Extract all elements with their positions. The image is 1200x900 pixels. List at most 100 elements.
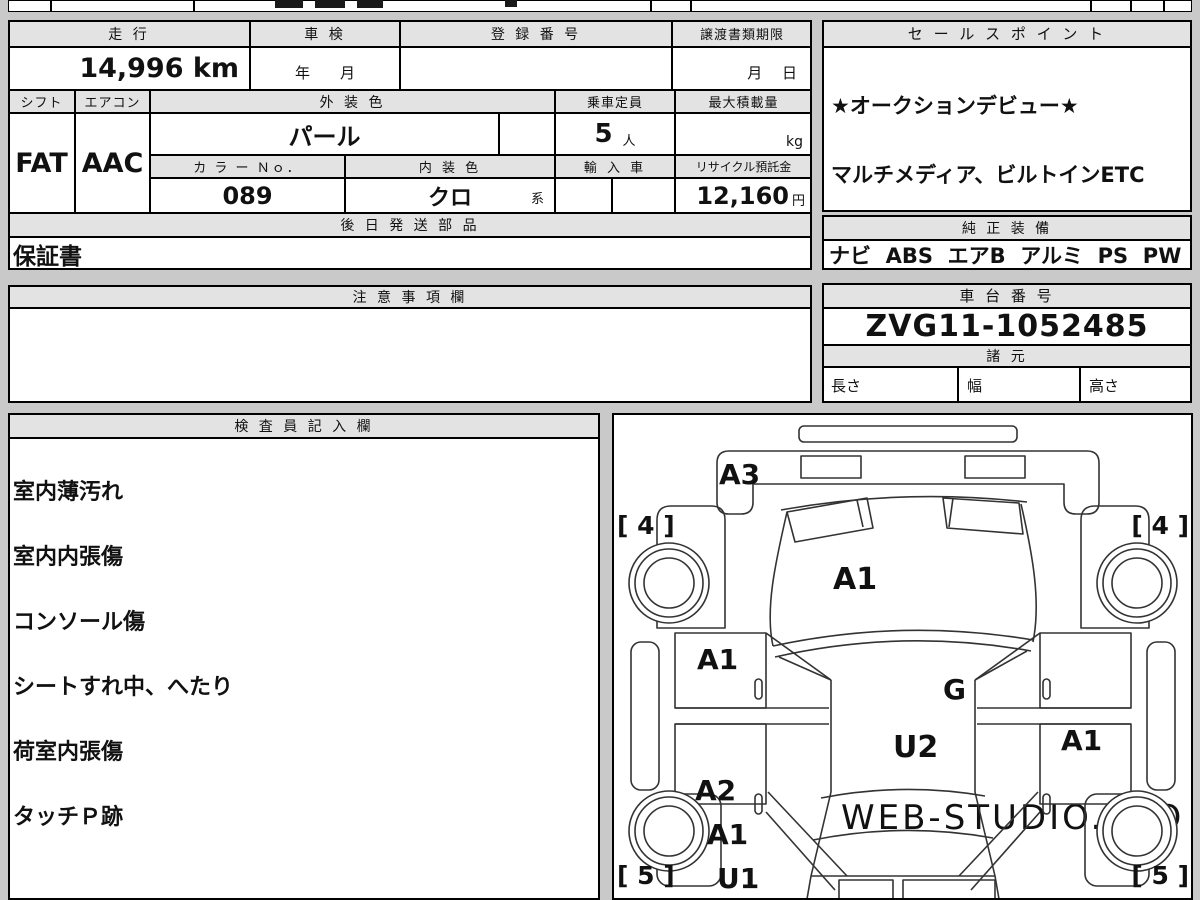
equipment-header: 純 正 装 備	[822, 215, 1192, 240]
dimension-length: 長さ	[822, 367, 958, 403]
damage-label-g: G	[943, 673, 966, 706]
later-parts-value: 保証書	[8, 237, 812, 270]
front-bumper	[716, 450, 1100, 515]
damage-label-hood-a1: A1	[833, 562, 877, 597]
damage-label-u1: U1	[717, 862, 759, 895]
cropped-top-row	[8, 0, 1192, 12]
hood-side-right	[1020, 503, 1037, 643]
aircon-header: エアコン	[75, 90, 150, 113]
cropped-text-fragment	[505, 0, 517, 7]
sales-point-line: ★オークションデビュー★	[831, 94, 1079, 118]
cropped-text-fragment	[357, 0, 383, 8]
capacity-number: 5	[594, 119, 613, 149]
transfer-deadline-value: 月 日	[672, 47, 812, 90]
front-bumper-strip	[798, 425, 1018, 443]
shift-header: シフト	[8, 90, 75, 113]
transfer-deadline-header: 譲渡書類期限	[672, 20, 812, 47]
registration-header: 登 録 番 号	[400, 20, 672, 47]
inspector-line: 室内薄汚れ	[13, 480, 124, 505]
interior-color-text: クロ	[427, 185, 472, 211]
inspector-body: 室内薄汚れ 室内内張傷 コンソール傷 シートすれ中、へたり 荷室内張傷 タッチＰ…	[8, 438, 600, 900]
side-sill-right	[1146, 641, 1176, 791]
interior-color-value: クロ 系	[345, 178, 555, 213]
import-car-header: 輸 入 車	[555, 155, 675, 178]
headlight-detail	[856, 499, 864, 528]
rear-window-top	[820, 788, 986, 799]
max-load-header: 最大積載量	[675, 90, 812, 113]
rear-bumper-detail	[902, 879, 996, 899]
later-parts-header: 後 日 発 送 部 品	[8, 213, 812, 237]
c-pillar-left	[767, 791, 848, 877]
damage-label-rear-door-right-a1: A1	[1061, 724, 1102, 757]
notes-header: 注 意 事 項 欄	[8, 285, 812, 308]
door-handle	[1042, 678, 1051, 700]
rear-bumper-detail	[838, 879, 894, 899]
wheel-front-right	[1096, 542, 1178, 624]
a-pillar-right	[974, 650, 1028, 681]
chassis-number-value: ZVG11-1052485	[822, 308, 1192, 345]
chassis-number-header: 車 台 番 号	[822, 283, 1192, 308]
recycle-deposit-value: 12,160 円	[675, 178, 812, 213]
mileage-header: 走 行	[8, 20, 250, 47]
front-grille-slot	[964, 455, 1026, 479]
hood-edge	[780, 495, 1028, 511]
inspector-line: シートすれ中、へたり	[13, 675, 234, 700]
front-door-right	[1039, 632, 1132, 709]
headlight-right	[942, 497, 1024, 535]
wheel-rear-right	[1096, 790, 1178, 872]
headlight-detail	[948, 497, 954, 528]
inspector-line: 室内内張傷	[13, 545, 124, 570]
equipment-value: ナビ ABS エアB アルミ PS PW	[822, 240, 1192, 270]
recycle-amount: 12,160	[696, 181, 789, 210]
interior-color-header: 内 装 色	[345, 155, 555, 178]
notes-body	[8, 308, 812, 403]
inspector-line: コンソール傷	[13, 610, 146, 635]
capacity-header: 乗車定員	[555, 90, 675, 113]
tire-grade-front-right: [ 4 ]	[1131, 511, 1189, 540]
damage-label-roof-u2: U2	[893, 730, 938, 765]
wheel-front-left	[628, 542, 710, 624]
import-car-cell-a	[555, 178, 612, 213]
damage-label-rear-fender-left-a1: A1	[707, 818, 748, 851]
body-seam	[974, 632, 1041, 681]
shift-value: FAT	[8, 113, 75, 213]
sales-point-line: マルチメディア、ビルトインETC	[831, 163, 1145, 187]
shaken-header: 車 検	[250, 20, 400, 47]
door-handle	[754, 678, 763, 700]
recycle-deposit-header: リサイクル預託金	[675, 155, 812, 178]
rear-gate-left	[810, 791, 832, 877]
sales-point-body: ★オークションデビュー★ マルチメディア、ビルトインETC バックガイドモニター	[822, 47, 1192, 212]
sales-point-header: セ ー ル ス ポ イ ン ト	[822, 20, 1192, 47]
damage-label-a3: A3	[719, 458, 760, 491]
c-pillar-left	[765, 811, 836, 891]
car-top-view: WEB-STUDIO.PRO A3 A1 G A1 U2 A1 A2 A1 U1…	[617, 425, 1189, 899]
recycle-unit: 円	[791, 194, 805, 209]
cowl-line	[772, 629, 1034, 647]
max-load-value: kg	[675, 113, 812, 155]
rear-bumper-side	[806, 875, 812, 899]
inspector-line: 荷室内張傷	[13, 740, 124, 765]
tire-grade-rear-left: [ 5 ]	[617, 861, 675, 890]
import-car-cell-b	[612, 178, 675, 213]
color-no-value: 089	[150, 178, 345, 213]
damage-label-rear-door-left-a2: A2	[695, 774, 736, 807]
cropped-text-fragment	[275, 0, 303, 8]
cropped-text-fragment	[315, 0, 345, 8]
spec-header: 諸 元	[822, 345, 1192, 367]
headlight-left	[786, 497, 874, 543]
color-no-header: カ ラ ー Ｎｏ．	[150, 155, 345, 178]
dimension-height: 高さ	[1080, 367, 1192, 403]
dimension-width: 幅	[958, 367, 1080, 403]
aircon-value: AAC	[75, 113, 150, 213]
hood-side-left	[769, 511, 788, 647]
inspector-header: 検 査 員 記 入 欄	[8, 413, 600, 438]
interior-color-suffix: 系	[530, 192, 544, 207]
exterior-color-header: 外 装 色	[150, 90, 555, 113]
front-grille-slot	[800, 455, 862, 479]
side-sill-left	[630, 641, 660, 791]
tire-grade-front-left: [ 4 ]	[617, 511, 675, 540]
damage-label-front-door-left-a1: A1	[697, 643, 738, 676]
shaken-value: 年 月	[250, 47, 400, 90]
exterior-color-extra-cell	[499, 113, 555, 155]
windshield-base	[774, 640, 1032, 658]
